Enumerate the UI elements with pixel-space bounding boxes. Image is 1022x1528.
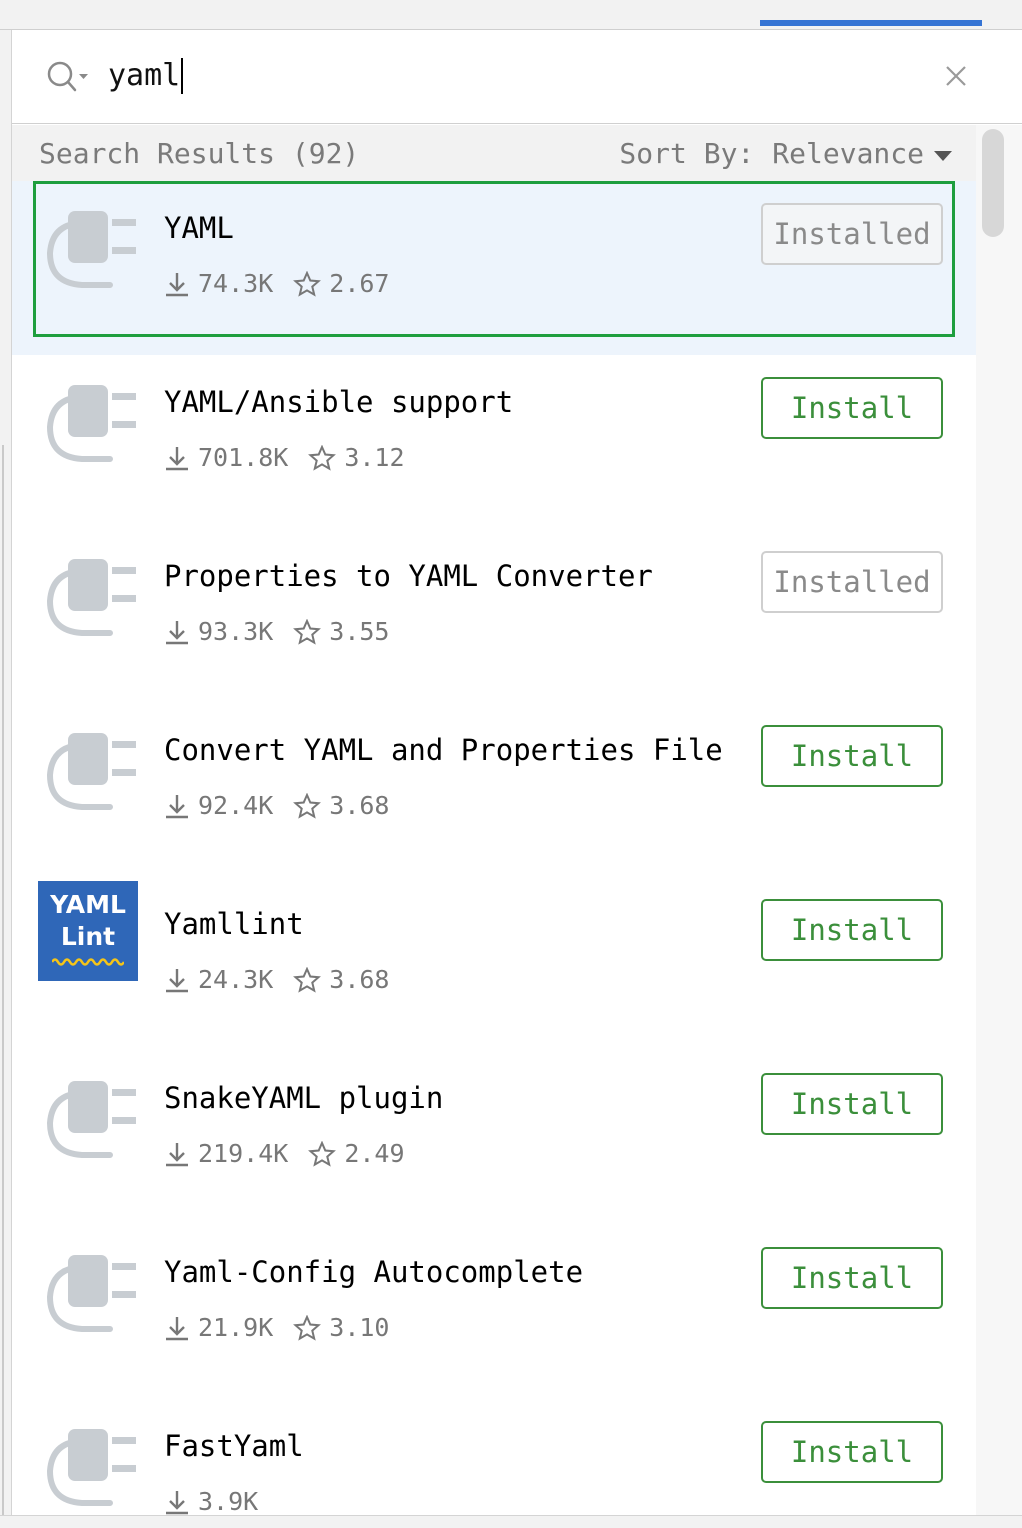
logo-line-2: Lint	[60, 922, 116, 951]
star-icon	[293, 792, 325, 819]
text-caret	[181, 58, 184, 94]
download-count: 74.3K	[198, 269, 274, 298]
search-bar: yaml	[12, 30, 1022, 124]
download-icon	[164, 271, 194, 297]
plugin-meta: 21.9K 3.10	[164, 1313, 389, 1342]
results-count: Search Results (92)	[39, 137, 360, 170]
plugin-list: YAML 74.3K 2.67 Installed YAML/Ansible suppo…	[12, 181, 976, 1520]
install-button[interactable]: Install	[761, 1247, 943, 1309]
download-count: 219.4K	[198, 1139, 289, 1168]
star-icon	[308, 1140, 340, 1167]
plugin-row[interactable]: Properties to YAML Converter 93.3K 3.55 Ins…	[12, 529, 976, 703]
plugin-name: YAML/Ansible support	[164, 385, 514, 419]
plugin-name: Yamllint	[164, 907, 304, 941]
download-count: 24.3K	[198, 965, 274, 994]
plug-icon	[38, 375, 138, 475]
star-icon	[293, 270, 325, 297]
rating: 3.55	[329, 617, 390, 646]
scrollbar-track[interactable]	[976, 125, 1022, 1520]
plugin-name: Convert YAML and Properties File	[164, 733, 723, 767]
sort-dropdown[interactable]: Sort By: Relevance	[619, 137, 952, 170]
install-button[interactable]: Install	[761, 899, 943, 961]
download-count: 701.8K	[198, 443, 289, 472]
plugin-row[interactable]: YAML Lint Yamllint 24.3K 3.68 Install	[12, 877, 976, 1051]
rating: 3.68	[329, 965, 390, 994]
plugin-row[interactable]: YAML 74.3K 2.67 Installed	[12, 181, 976, 355]
plugin-meta: 93.3K 3.55	[164, 617, 389, 646]
search-icon[interactable]	[46, 60, 94, 94]
plugin-meta: 92.4K 3.68	[164, 791, 389, 820]
plug-icon	[38, 1071, 138, 1171]
logo-line-1: YAML	[50, 890, 126, 919]
rating: 2.49	[344, 1139, 405, 1168]
sort-value: Relevance	[772, 137, 924, 170]
star-icon	[293, 1314, 325, 1341]
sort-label: Sort By:	[619, 137, 755, 170]
plugin-name: Yaml-Config Autocomplete	[164, 1255, 584, 1289]
plugin-name: SnakeYAML plugin	[164, 1081, 444, 1115]
plugin-meta: 24.3K 3.68	[164, 965, 389, 994]
plugin-row[interactable]: YAML/Ansible support 701.8K 3.12 Install	[12, 355, 976, 529]
download-icon	[164, 619, 194, 645]
star-icon	[293, 966, 325, 993]
plug-icon	[38, 201, 138, 301]
search-input[interactable]: yaml	[108, 54, 708, 98]
download-icon	[164, 1141, 194, 1167]
top-tab-strip	[0, 0, 1022, 30]
download-icon	[164, 1315, 194, 1341]
plugin-row[interactable]: Yaml-Config Autocomplete 21.9K 3.10 Install	[12, 1225, 976, 1399]
plug-icon	[38, 723, 138, 823]
active-tab-indicator	[760, 20, 982, 26]
plugins-panel: yaml Search Results (92) Sort By: Releva…	[12, 30, 1022, 1520]
results-area: Search Results (92) Sort By: Relevance Y…	[12, 125, 1022, 1520]
installed-button[interactable]: Installed	[761, 551, 943, 613]
bottom-strip	[0, 1515, 1022, 1528]
results-header: Search Results (92) Sort By: Relevance	[12, 125, 976, 181]
star-icon	[308, 444, 340, 471]
download-count: 93.3K	[198, 617, 274, 646]
left-panel-edge	[0, 30, 12, 1528]
installed-button[interactable]: Installed	[761, 203, 943, 265]
install-button[interactable]: Install	[761, 725, 943, 787]
plugin-meta: 74.3K 2.67	[164, 269, 389, 298]
download-count: 3.9K	[198, 1487, 259, 1516]
plugin-row[interactable]: FastYaml 3.9K Install	[12, 1399, 976, 1520]
plugin-row[interactable]: SnakeYAML plugin 219.4K 2.49 Install	[12, 1051, 976, 1225]
download-count: 21.9K	[198, 1313, 274, 1342]
install-button[interactable]: Install	[761, 1073, 943, 1135]
left-divider	[2, 445, 4, 1528]
plugin-meta: 3.9K	[164, 1487, 258, 1516]
install-button[interactable]: Install	[761, 1421, 943, 1483]
plugin-meta: 219.4K 2.49	[164, 1139, 405, 1168]
yaml-lint-logo: YAML Lint	[38, 881, 138, 981]
rating: 3.68	[329, 791, 390, 820]
download-icon	[164, 445, 194, 471]
plugin-name: FastYaml	[164, 1429, 304, 1463]
chevron-down-icon	[934, 150, 952, 161]
scrollbar-thumb[interactable]	[982, 129, 1004, 237]
download-icon	[164, 793, 194, 819]
star-icon	[293, 618, 325, 645]
plugin-name: YAML	[164, 211, 234, 245]
clear-search-icon[interactable]	[942, 62, 970, 90]
plugin-row[interactable]: Convert YAML and Properties File 92.4K 3.6…	[12, 703, 976, 877]
plug-icon	[38, 1419, 138, 1519]
rating: 3.10	[329, 1313, 390, 1342]
download-icon	[164, 1489, 194, 1515]
search-query: yaml	[108, 58, 181, 93]
plugin-meta: 701.8K 3.12	[164, 443, 405, 472]
plugin-name: Properties to YAML Converter	[164, 559, 653, 593]
rating: 2.67	[329, 269, 390, 298]
download-count: 92.4K	[198, 791, 274, 820]
download-icon	[164, 967, 194, 993]
install-button[interactable]: Install	[761, 377, 943, 439]
rating: 3.12	[344, 443, 405, 472]
plug-icon	[38, 549, 138, 649]
plug-icon	[38, 1245, 138, 1345]
